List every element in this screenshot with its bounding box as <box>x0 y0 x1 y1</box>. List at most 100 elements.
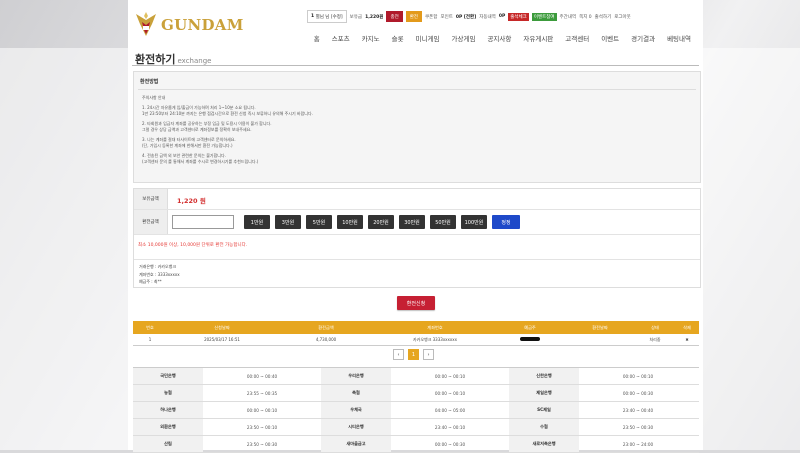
column-header: 환전날짜 <box>592 324 608 330</box>
charge-button[interactable]: 충전 <box>386 11 403 22</box>
bank-time-cell: 23:50 ~ 00:30 <box>622 424 654 430</box>
message-link[interactable]: 쪽지 0 <box>579 14 592 20</box>
amount-preset-button[interactable]: 100만원 <box>461 215 487 229</box>
bank-name-cell: 시티은행 <box>321 419 391 435</box>
nav-item[interactable]: 가상게임 <box>446 33 482 43</box>
table-cell-holder <box>495 337 565 342</box>
nav-item[interactable]: 경기결과 <box>625 33 661 43</box>
exchange-button[interactable]: 환전 <box>405 11 423 22</box>
table-cell-no: 1 <box>148 337 152 342</box>
bank-time-cell: 23:50 ~ 00:10 <box>246 424 278 430</box>
amount-row-label: 환전금액 <box>134 210 168 234</box>
table-cell-delete[interactable]: ✖ <box>675 337 699 342</box>
attendance-badge[interactable]: 출석체크 <box>508 12 529 21</box>
nav-item[interactable]: 카지노 <box>356 33 386 43</box>
column-header: 계좌번호 <box>427 324 443 330</box>
bank-info: 거래은행 : 카카오뱅크 계좌번호 : 3333xxxxx 예금주 : 최** <box>134 259 700 286</box>
bank-name: 거래은행 : 카카오뱅크 <box>139 264 177 269</box>
coupon-link[interactable]: 쿠폰함 <box>425 14 437 20</box>
amount-preset-button[interactable]: 5만원 <box>306 215 332 229</box>
exchange-history-table: 번호 신청날짜 환전금액 계좌번호 예금주 환전날짜 상태 삭제 1 2025/03/17 16… <box>133 321 699 346</box>
weekly-link[interactable]: 주간내역 <box>560 14 577 20</box>
nav-item[interactable]: 자유게시판 <box>517 33 559 43</box>
event-badge[interactable]: 이벤트참여 <box>531 12 557 21</box>
bank-name-cell: 하나은행 <box>133 402 203 418</box>
point-value[interactable]: 0P [전환] <box>456 14 476 20</box>
amount-buttons: 1만원 3만원 5만원 10만원 20만원 30만원 50만원 100만원 정정 <box>244 215 520 229</box>
bank-time-cell: 23:55 ~ 00:35 <box>246 390 278 396</box>
prev-page-button[interactable]: ‹ <box>393 349 404 360</box>
amount-preset-button[interactable]: 30만원 <box>399 215 425 229</box>
column-header: 신청날짜 <box>214 324 230 330</box>
bank-time-cell: 00:00 ~ 00:10 <box>246 407 278 413</box>
nav-item[interactable]: 슬롯 <box>386 33 410 43</box>
amount-preset-button[interactable]: 1만원 <box>244 215 270 229</box>
table-cell-account: 카카오뱅크 3333xxxxxx <box>412 336 458 342</box>
next-page-button[interactable]: › <box>423 349 434 360</box>
amount-preset-button[interactable]: 10만원 <box>337 215 363 229</box>
column-header: 예금주 <box>524 324 536 330</box>
bank-name-cell: 신한은행 <box>509 368 579 384</box>
logout-link[interactable]: 로그아웃 <box>614 14 631 20</box>
page-subtitle: exchange <box>177 57 212 65</box>
bank-row: 농협 23:55 ~ 00:35 축협 00:00 ~ 00:10 제일은행 00:00 … <box>133 385 699 402</box>
bank-time-cell: 23:40 ~ 00:40 <box>622 407 654 413</box>
amount-row: 환전금액 1만원 3만원 5만원 10만원 20만원 30만원 50만원 100만원 정정 <box>134 210 700 235</box>
amount-input[interactable] <box>172 215 234 229</box>
bank-time-cell: 00:00 ~ 00:30 <box>622 390 654 396</box>
redacted-mark <box>520 337 540 341</box>
bank-name-cell: 외환은행 <box>133 419 203 435</box>
user-name[interactable]: 별님 님 [수정] <box>316 14 343 20</box>
table-cell-status: 처리중 <box>649 336 661 342</box>
bank-maintenance-table: 국민은행 00:00 ~ 00:40 우리은행 00:00 ~ 00:10 신한은행 00… <box>133 367 699 453</box>
amount-preset-button[interactable]: 3만원 <box>275 215 301 229</box>
balance-label: 보유금 <box>349 14 363 20</box>
nav-item[interactable]: 고객센터 <box>559 33 595 43</box>
user-info: 1 별님 님 [수정] <box>307 10 347 23</box>
top-bar: 1 별님 님 [수정] 보유금 1,220원 충전 환전 쿠폰함 포인트 0P … <box>307 10 631 23</box>
column-header: 환전금액 <box>318 324 334 330</box>
bank-name-cell: 국민은행 <box>133 368 203 384</box>
notice-heading: 환전방법 <box>140 79 159 85</box>
balance-row: 보유금액 1,220 원 <box>134 189 700 210</box>
bank-name-cell: 수협 <box>509 419 579 435</box>
nav-item[interactable]: 이벤트 <box>595 33 625 43</box>
logo[interactable]: GUNDAM <box>134 10 244 40</box>
balance-value: 1,220원 <box>365 14 384 20</box>
column-header: 상태 <box>651 324 659 330</box>
bank-name-cell: 우체국 <box>321 402 391 418</box>
bank-time-cell: 00:00 ~ 00:40 <box>246 373 278 379</box>
notice-body: 주의사항 안내 1. 24시간 자유롭게 입/출금이 가능하며 처리 1~10분 … <box>142 95 682 165</box>
notice-box: 환전방법 주의사항 안내 1. 24시간 자유롭게 입/출금이 가능하며 처리 1… <box>133 71 701 183</box>
nav-item[interactable]: 홈 <box>308 33 326 43</box>
bank-name-cell: SC제일 <box>509 402 579 418</box>
bank-time-cell: 04:00 ~ 05:00 <box>434 407 466 413</box>
nav-item[interactable]: 공지사항 <box>481 33 517 43</box>
min-amount-warning: 최소 10,000원 이상, 10,000원 단위로 환전 가능합니다. <box>138 243 248 248</box>
pagination: ‹ 1 › <box>393 349 434 360</box>
user-level: 1 <box>311 14 315 19</box>
logo-text: GUNDAM <box>161 16 244 34</box>
nav-item[interactable]: 베팅내역 <box>661 33 697 43</box>
bank-row: 하나은행 00:00 ~ 00:10 우체국 04:00 ~ 05:00 SC제일 23:… <box>133 402 699 419</box>
column-header: 삭제 <box>683 324 691 330</box>
submit-exchange-button[interactable]: 환전신청 <box>397 296 435 310</box>
checkin-link[interactable]: 출석하기 <box>595 14 612 20</box>
reset-amount-button[interactable]: 정정 <box>492 215 520 229</box>
bank-row: 외환은행 23:50 ~ 00:10 시티은행 23:40 ~ 00:10 수협 23:5… <box>133 419 699 436</box>
bank-name-cell: 제일은행 <box>509 385 579 401</box>
account-number: 계좌번호 : 3333xxxxx <box>139 271 180 277</box>
nav-item[interactable]: 스포츠 <box>326 33 356 43</box>
bank-time-cell: 00:00 ~ 00:10 <box>434 373 466 379</box>
page-button[interactable]: 1 <box>408 349 419 360</box>
bank-time-cell: 00:00 ~ 00:10 <box>434 390 466 396</box>
amount-preset-button[interactable]: 50만원 <box>430 215 456 229</box>
nav-item[interactable]: 미니게임 <box>410 33 446 43</box>
table-header: 번호 신청날짜 환전금액 계좌번호 예금주 환전날짜 상태 삭제 <box>133 321 699 334</box>
bank-name-cell: 농협 <box>133 385 203 401</box>
bank-row: 산림 23:50 ~ 00:30 새마을금고 00:00 ~ 00:30 새로저축은행 2… <box>133 436 699 453</box>
amount-preset-button[interactable]: 20만원 <box>368 215 394 229</box>
bank-time-cell: 00:00 ~ 00:10 <box>622 373 654 379</box>
bank-row: 국민은행 00:00 ~ 00:40 우리은행 00:00 ~ 00:10 신한은행 00… <box>133 368 699 385</box>
gundam-logo-icon <box>134 12 158 38</box>
